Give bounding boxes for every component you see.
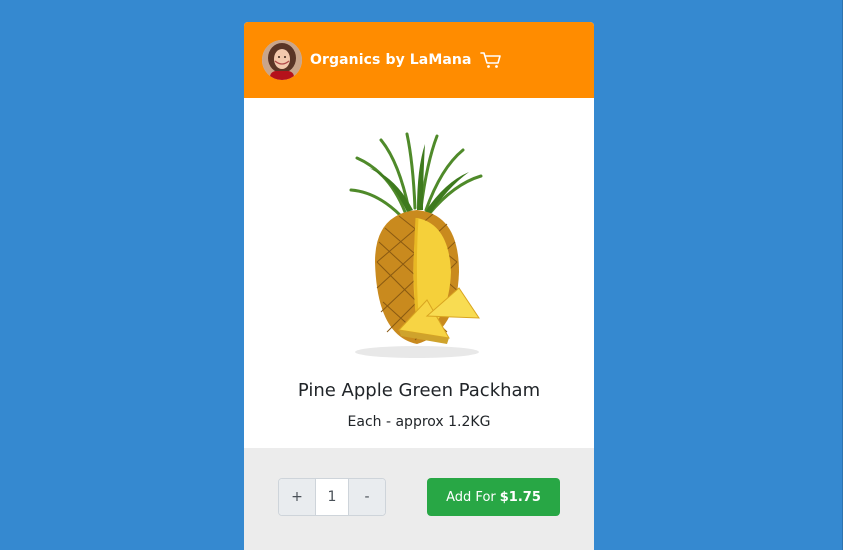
- increment-button[interactable]: +: [279, 479, 316, 515]
- brand-name: Organics by LaMana: [310, 52, 472, 68]
- decrement-button[interactable]: -: [348, 479, 385, 515]
- quantity-stepper: + -: [278, 478, 386, 516]
- cart-icon[interactable]: [479, 51, 502, 69]
- pineapple-image: [244, 132, 594, 372]
- add-button-label: Add For: [446, 489, 496, 505]
- avatar-icon: [262, 40, 302, 80]
- card-footer: + - Add For $1.75: [244, 448, 594, 550]
- avatar: [262, 40, 302, 80]
- product-card: Organics by LaMana Pine Apple Green Pack…: [244, 22, 594, 550]
- add-button-price: $1.75: [499, 489, 541, 505]
- add-to-cart-button[interactable]: Add For $1.75: [427, 478, 560, 516]
- product-name: Pine Apple Green Packham: [297, 380, 541, 401]
- quantity-input[interactable]: [316, 479, 348, 515]
- card-header: Organics by LaMana: [244, 22, 594, 98]
- product-description: Each - approx 1.2KG: [347, 414, 491, 430]
